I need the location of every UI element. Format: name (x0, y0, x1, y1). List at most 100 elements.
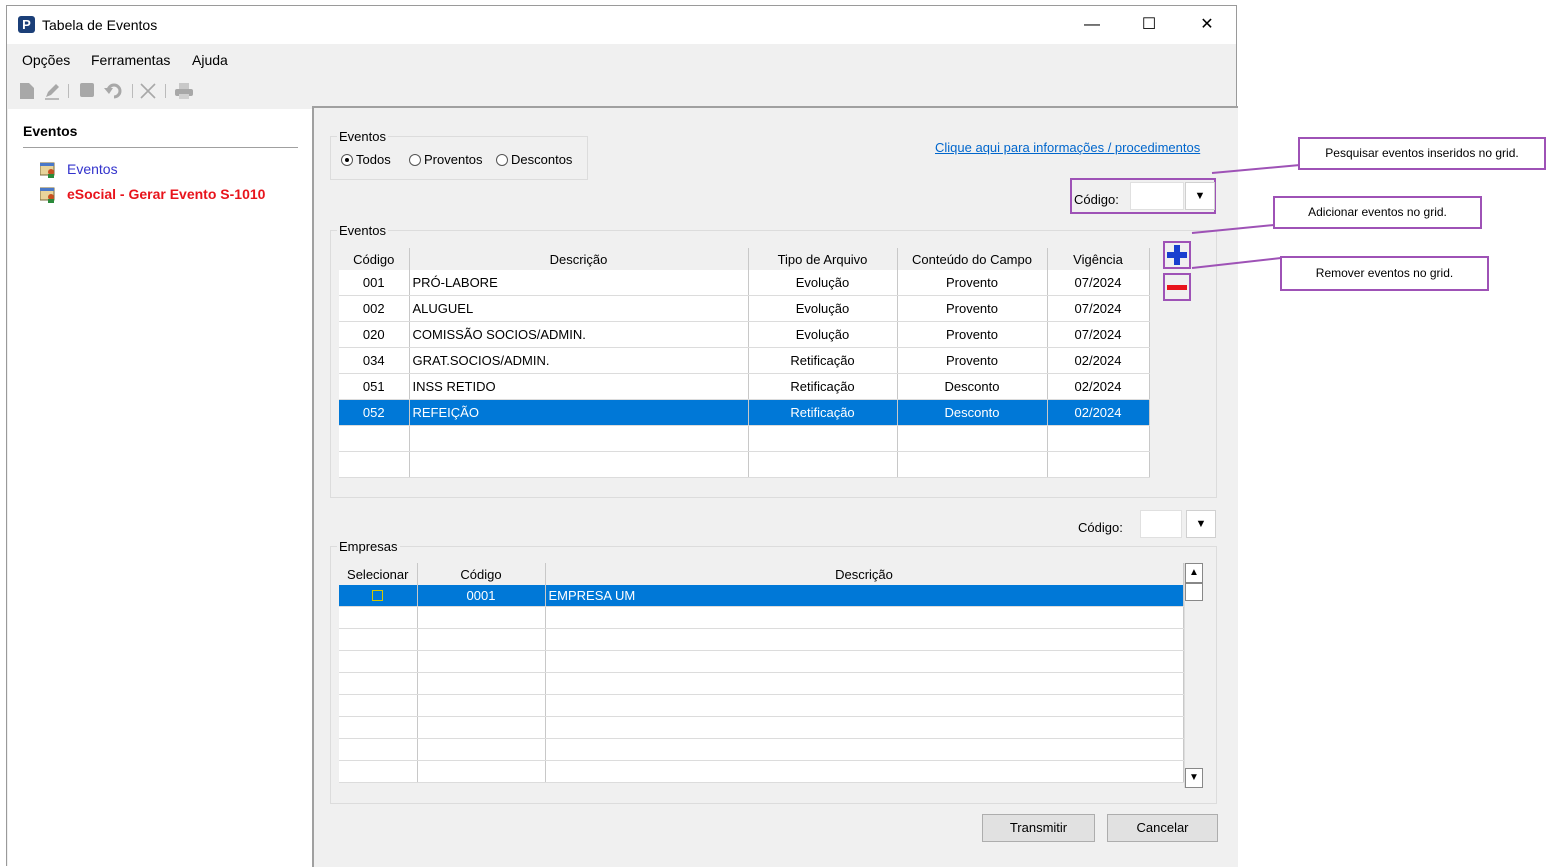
menu-ferramentas[interactable]: Ferramentas (91, 52, 170, 68)
maximize-button[interactable]: ☐ (1126, 6, 1172, 44)
save-icon[interactable] (78, 82, 96, 100)
table-row[interactable] (339, 650, 1184, 673)
table-row[interactable]: 052 REFEIÇÃO Retificação Desconto 02/2024 (339, 399, 1150, 426)
main-panel: Eventos Todos Proventos Descontos Clique… (312, 106, 1238, 867)
radio-icon (409, 154, 421, 166)
table-cell (339, 425, 410, 452)
delete-icon[interactable] (139, 82, 157, 100)
window-title: Tabela de Eventos (42, 17, 158, 33)
table-row[interactable] (339, 425, 1150, 452)
table-row[interactable]: 020 COMISSÃO SOCIOS/ADMIN. Evolução Provent… (339, 321, 1150, 348)
table-cell: REFEIÇÃO (409, 399, 749, 426)
events-column-header[interactable]: Tipo de Arquivo (748, 248, 898, 270)
table-cell (339, 694, 418, 717)
table-cell: Provento (897, 321, 1048, 348)
table-cell: 001 (339, 270, 410, 296)
table-row[interactable] (339, 760, 1184, 783)
companies-scrollbar[interactable]: ▲ ▼ (1184, 563, 1203, 788)
info-procedures-link[interactable]: Clique aqui para informações / procedime… (935, 140, 1200, 155)
table-cell: PRÓ-LABORE (409, 270, 749, 296)
table-cell (417, 694, 546, 717)
companies-column-header[interactable]: Selecionar (339, 563, 418, 585)
table-row[interactable]: 051 INSS RETIDO Retificação Desconto 02/2024 (339, 373, 1150, 400)
table-cell: 07/2024 (1047, 321, 1150, 348)
divider (23, 147, 298, 148)
table-row[interactable] (339, 738, 1184, 761)
table-cell: Provento (897, 295, 1048, 322)
chevron-down-icon[interactable]: ▼ (1186, 510, 1216, 538)
table-cell: Desconto (897, 373, 1048, 400)
events-column-header[interactable]: Descrição (409, 248, 749, 270)
search-bottom-input[interactable] (1140, 510, 1182, 538)
undo-icon[interactable] (104, 82, 122, 100)
minimize-button[interactable]: — (1069, 6, 1115, 44)
scroll-thumb[interactable] (1185, 583, 1203, 601)
print-icon[interactable] (174, 82, 193, 100)
new-icon[interactable] (18, 82, 36, 100)
radio-descontos[interactable]: Descontos (496, 152, 572, 167)
companies-column-header[interactable]: Código (417, 563, 546, 585)
cancel-button[interactable]: Cancelar (1107, 814, 1218, 842)
table-row[interactable] (339, 672, 1184, 695)
table-cell (339, 451, 410, 478)
table-row[interactable] (339, 716, 1184, 739)
table-cell (545, 672, 1184, 695)
table-row[interactable] (339, 451, 1150, 478)
minus-icon (1167, 285, 1187, 290)
scroll-down-icon[interactable]: ▼ (1185, 768, 1203, 788)
search-top-input[interactable] (1130, 182, 1184, 210)
table-cell (409, 451, 749, 478)
filter-group-label: Eventos (337, 129, 388, 144)
remove-event-button[interactable] (1163, 273, 1191, 301)
table-cell (417, 606, 546, 629)
table-cell: Evolução (748, 321, 898, 348)
events-column-header[interactable]: Conteúdo do Campo (897, 248, 1048, 270)
radio-proventos[interactable]: Proventos (409, 152, 483, 167)
table-cell: 052 (339, 399, 410, 426)
chevron-down-icon[interactable]: ▼ (1185, 182, 1215, 210)
table-row[interactable] (339, 628, 1184, 651)
table-cell (417, 650, 546, 673)
table-cell (339, 738, 418, 761)
events-column-header[interactable]: Vigência (1047, 248, 1150, 270)
table-row[interactable] (339, 606, 1184, 629)
table-row[interactable]: 034 GRAT.SOCIOS/ADMIN. Retificação Provento… (339, 347, 1150, 374)
companies-column-header[interactable]: Descrição (545, 563, 1184, 585)
companies-group-label: Empresas (337, 539, 400, 554)
table-cell (897, 425, 1048, 452)
table-cell (339, 628, 418, 651)
table-cell: 034 (339, 347, 410, 374)
table-row[interactable] (339, 694, 1184, 717)
left-panel-title: Eventos (23, 123, 78, 139)
events-column-header[interactable]: Código (339, 248, 410, 270)
callout-search: Pesquisar eventos inseridos no grid. (1298, 137, 1546, 170)
close-button[interactable]: ✕ (1184, 6, 1230, 44)
menu-bar: Opções Ferramentas Ajuda (7, 44, 1236, 74)
table-cell (417, 672, 546, 695)
table-cell (339, 716, 418, 739)
transmit-button[interactable]: Transmitir (982, 814, 1095, 842)
menu-ajuda[interactable]: Ajuda (192, 52, 228, 68)
edit-icon[interactable] (43, 82, 61, 100)
add-event-button[interactable] (1163, 241, 1191, 269)
table-row[interactable]: 001 PRÓ-LABORE Evolução Provento 07/2024 (339, 270, 1150, 296)
select-checkbox[interactable] (372, 590, 384, 601)
table-cell: Retificação (748, 373, 898, 400)
events-grid[interactable]: Código Descrição Tipo de Arquivo Conteúdo d… (339, 248, 1150, 478)
table-cell[interactable] (339, 585, 418, 607)
tree-item-label: eSocial - Gerar Evento S-1010 (67, 186, 266, 202)
table-cell: Provento (897, 347, 1048, 374)
table-row[interactable]: 0001 EMPRESA UM (339, 585, 1184, 607)
toolbar (7, 76, 1236, 106)
left-navigation-panel: Eventos Eventos eSocial - Gerar Evento S… (8, 109, 312, 867)
table-cell: 02/2024 (1047, 373, 1150, 400)
table-cell: GRAT.SOCIOS/ADMIN. (409, 347, 749, 374)
search-bottom-label: Código: (1078, 520, 1123, 535)
table-row[interactable]: 002 ALUGUEL Evolução Provento 07/2024 (339, 295, 1150, 322)
radio-todos[interactable]: Todos (341, 152, 391, 167)
scroll-up-icon[interactable]: ▲ (1185, 563, 1203, 583)
companies-grid[interactable]: Selecionar Código Descrição 0001 EMPRESA UM (339, 563, 1184, 783)
table-cell: 02/2024 (1047, 399, 1150, 426)
menu-opcoes[interactable]: Opções (22, 52, 70, 68)
app-logo-icon: P (18, 16, 35, 33)
